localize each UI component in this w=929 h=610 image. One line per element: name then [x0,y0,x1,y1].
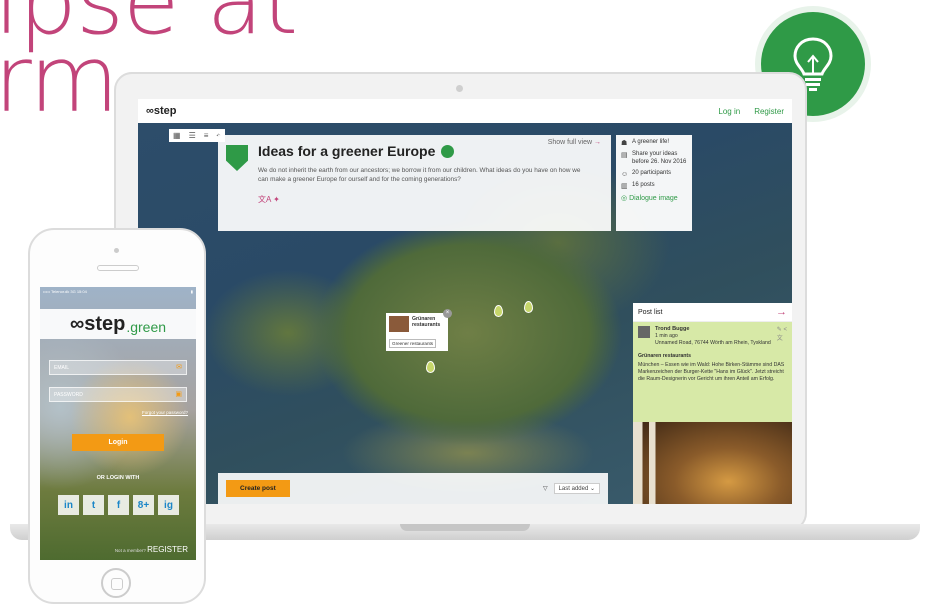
email-placeholder: EMAIL [54,365,70,371]
post-list-panel: Post list → ✎ < 文 Trond Bugge 1 min ago … [633,303,792,504]
post-title: Grünaren restaurants [638,352,692,359]
email-field[interactable]: EMAIL ✉ [49,360,187,375]
share-icon[interactable] [441,144,455,158]
post-actions: ✎ < 文 [777,326,787,342]
grid-view-icon[interactable]: ▦ [173,131,181,140]
facebook-icon[interactable]: f [108,495,129,515]
or-login-with: OR LOGIN WITH [96,475,140,481]
logo-suffix: .green [126,319,167,335]
popup-title: Grünaren restaurants [412,316,441,329]
post-image[interactable] [633,422,792,504]
show-full-view-link[interactable]: Show full view → [548,139,601,146]
idea-card: Show full view → Ideas for a greener Eur… [218,135,611,231]
logo-mark-icon: ∞ [146,105,154,117]
social-login-row: in t f 8+ ig [58,495,179,515]
twitter-icon[interactable]: t [83,495,104,515]
map-pin[interactable] [524,301,533,313]
password-field[interactable]: PASSWORD ▣ [49,387,187,402]
map-footer: Create post ▽ Last added ⌄ [218,473,608,504]
status-carrier: ••••• Telenor.dk 3G 15:04 [43,289,87,294]
password-placeholder: PASSWORD [54,392,83,398]
post-time: 1 min ago [655,333,678,340]
dialogue-icon: ◎ [621,194,628,202]
create-post-button[interactable]: Create post [226,480,290,497]
post-author[interactable]: Trond Bugge [655,326,787,333]
user-icon: ☺ [621,170,629,178]
idea-badge-icon [226,145,248,171]
logo-mark-icon: ∞ [69,312,85,335]
edit-icon[interactable]: ✎ [777,327,782,333]
logo-text: step [153,105,177,117]
view-toggle: ▦ ☰ ≡ ⌖ [169,129,225,142]
phone-screen: ••••• Telenor.dk 3G 15:04 ▮ ∞step .green… [40,287,196,560]
sort-select[interactable]: Last added ⌄ [553,483,600,494]
translate-icon[interactable]: 文A ✦ [258,194,601,205]
post-list-title: Post list [638,308,663,316]
share-icon[interactable]: < [783,327,787,333]
register-link[interactable]: REGISTER [147,545,188,554]
map-pin[interactable] [426,361,435,373]
step-logo[interactable]: ∞step [146,105,176,117]
dialogue-image-link[interactable]: ◎ Dialogue image [621,194,687,203]
laptop-camera [456,85,463,92]
popup-tag[interactable]: Greener restaurants [389,339,437,348]
post-list-header: Post list → [633,303,792,322]
idea-description: We do not inherit the earth from our anc… [258,167,581,183]
post-body: München – Essen wie im Wald: Hohe Birken… [638,361,785,382]
filter-icon[interactable]: ▽ [543,485,548,492]
post-card[interactable]: ✎ < 文 Trond Bugge 1 min ago Unnamed Road… [633,322,792,422]
mail-icon: ✉ [176,364,182,371]
phone-logo: ∞step .green [40,309,196,339]
login-link[interactable]: Log in [718,107,740,116]
stat-goal: A greener life! [632,139,670,145]
arrow-right-icon[interactable]: → [776,306,787,318]
stat-deadline: Share your ideas before 26. Nov 2016 [632,151,687,165]
post-address: Unnamed Road, 76744 Wörth am Rhein, Tysk… [655,340,771,347]
idea-stats: ☗ A greener life! ▤ Share your ideas befor… [616,135,692,231]
avatar [638,326,650,338]
map-popup[interactable]: Grünaren restaurants Greener restaurants… [386,309,452,351]
map-view[interactable]: ▦ ☰ ≡ ⌖ Show full view → Ideas for a gre… [138,123,792,504]
chevron-down-icon: ⌄ [589,486,595,492]
app-header: ∞step Log in Register [138,99,792,123]
laptop-notch [400,524,530,531]
compact-view-icon[interactable]: ≡ [204,131,209,140]
phone-speaker [97,265,139,271]
calendar-icon: ▤ [621,152,628,160]
linkedin-icon[interactable]: in [58,495,79,515]
headline-line-2: rm [0,26,119,133]
lock-icon: ▣ [175,391,182,398]
popup-thumbnail [389,316,409,332]
list-view-icon[interactable]: ☰ [189,131,196,140]
close-icon[interactable]: × [443,309,452,318]
laptop-screen: ∞step Log in Register ▦ ☰ ≡ ⌖ Show full … [138,99,792,504]
status-bar: ••••• Telenor.dk 3G 15:04 ▮ [40,287,196,297]
register-row: Not a member? REGISTER [115,545,188,554]
idea-title-text: Ideas for a greener Europe [258,143,436,159]
forgot-password-link[interactable]: Forgot your password? [142,410,188,415]
logo-text: step [84,312,126,335]
stat-posts: 16 posts [632,181,655,188]
trophy-icon: ☗ [621,140,628,147]
posts-icon: ▥ [621,182,628,190]
map-pin[interactable] [494,305,503,317]
translate-icon[interactable]: 文 [777,336,783,342]
not-member-text: Not a member? [114,548,146,553]
google-plus-icon[interactable]: 8+ [133,495,154,515]
battery-icon: ▮ [190,289,193,294]
login-button[interactable]: Login [72,434,164,451]
stat-participants: 20 participants [632,169,672,176]
home-button-icon[interactable] [101,568,131,598]
phone-camera [114,248,119,253]
register-link[interactable]: Register [754,107,784,116]
instagram-icon[interactable]: ig [158,495,179,515]
